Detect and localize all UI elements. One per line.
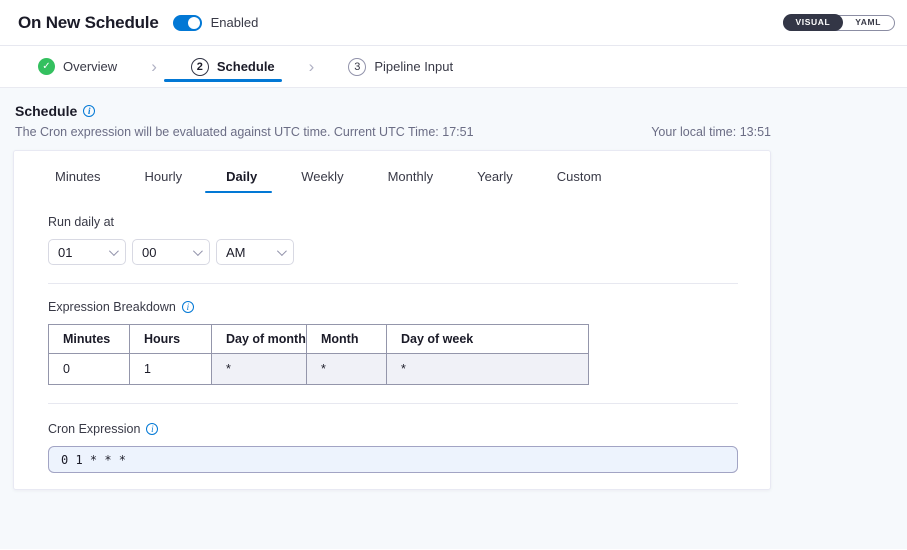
info-icon[interactable]: i	[182, 301, 194, 313]
ampm-select[interactable]: AM	[216, 239, 294, 265]
header-month: Month	[307, 325, 387, 354]
expression-breakdown-text: Expression Breakdown	[48, 300, 176, 314]
step-number-badge: 3	[348, 58, 366, 76]
chevron-down-icon	[109, 246, 119, 256]
step-overview[interactable]: ✓ Overview	[38, 46, 117, 87]
cron-expression-text: Cron Expression	[48, 422, 140, 436]
chevron-right-icon: ›	[309, 58, 315, 75]
schedule-card: Minutes Hourly Daily Weekly Monthly Year…	[13, 150, 771, 490]
tab-hourly[interactable]: Hourly	[145, 169, 183, 193]
check-icon: ✓	[38, 58, 55, 75]
view-mode-toggle: VISUAL YAML	[783, 15, 895, 31]
chevron-right-icon: ›	[151, 58, 157, 75]
tab-minutes[interactable]: Minutes	[55, 169, 101, 193]
hour-select-value: 01	[58, 245, 109, 260]
header-day-of-week: Day of week	[387, 325, 589, 354]
local-time-label: Your local time: 13:51	[651, 125, 771, 139]
wizard-stepper: ✓ Overview › 2 Schedule › 3 Pipeline Inp…	[0, 46, 907, 88]
tab-weekly[interactable]: Weekly	[301, 169, 343, 193]
schedule-type-tabs: Minutes Hourly Daily Weekly Monthly Year…	[48, 151, 750, 193]
step-pipeline-input[interactable]: 3 Pipeline Input	[348, 46, 453, 87]
page-header: On New Schedule Enabled VISUAL YAML	[0, 0, 907, 46]
header-day-of-month: Day of month	[212, 325, 307, 354]
enabled-toggle[interactable]	[173, 15, 202, 31]
enabled-label: Enabled	[211, 15, 259, 30]
hour-select[interactable]: 01	[48, 239, 126, 265]
content-area: Schedule i The Cron expression will be e…	[0, 88, 907, 549]
ampm-select-value: AM	[226, 245, 277, 260]
minute-select[interactable]: 00	[132, 239, 210, 265]
section-divider	[48, 283, 738, 284]
tab-custom[interactable]: Custom	[557, 169, 602, 193]
chevron-down-icon	[277, 246, 287, 256]
cell-month: *	[307, 354, 387, 385]
header-minutes: Minutes	[49, 325, 130, 354]
cell-day-of-week: *	[387, 354, 589, 385]
cron-expression-input[interactable]	[48, 446, 738, 473]
cell-hours: 1	[130, 354, 212, 385]
info-icon[interactable]: i	[146, 423, 158, 435]
cron-expression-label: Cron Expression i	[48, 422, 750, 436]
page-title: On New Schedule	[18, 13, 159, 33]
expression-breakdown-table: Minutes Hours Day of month Month Day of …	[48, 324, 589, 385]
expression-breakdown-label: Expression Breakdown i	[48, 300, 750, 314]
cell-day-of-month: *	[212, 354, 307, 385]
minute-select-value: 00	[142, 245, 193, 260]
run-daily-label: Run daily at	[48, 215, 750, 229]
step-overview-label: Overview	[63, 59, 117, 74]
yaml-mode-button[interactable]: YAML	[842, 15, 894, 31]
visual-mode-button[interactable]: VISUAL	[783, 14, 844, 31]
section-divider	[48, 403, 738, 404]
schedule-subheader-row: The Cron expression will be evaluated ag…	[13, 125, 771, 139]
table-value-row: 0 1 * * *	[49, 354, 589, 385]
schedule-heading-text: Schedule	[15, 103, 77, 119]
step-schedule[interactable]: 2 Schedule	[191, 46, 275, 87]
chevron-down-icon	[193, 246, 203, 256]
tab-monthly[interactable]: Monthly	[388, 169, 434, 193]
tab-daily[interactable]: Daily	[226, 169, 257, 193]
info-icon[interactable]: i	[83, 105, 95, 117]
utc-time-note: The Cron expression will be evaluated ag…	[15, 125, 474, 139]
time-select-row: 01 00 AM	[48, 239, 750, 265]
header-hours: Hours	[130, 325, 212, 354]
tab-yearly[interactable]: Yearly	[477, 169, 513, 193]
cell-minutes: 0	[49, 354, 130, 385]
step-schedule-label: Schedule	[217, 59, 275, 74]
table-header-row: Minutes Hours Day of month Month Day of …	[49, 325, 589, 354]
step-pipeline-input-label: Pipeline Input	[374, 59, 453, 74]
toggle-knob-icon	[188, 17, 200, 29]
step-number-badge: 2	[191, 58, 209, 76]
schedule-section-heading: Schedule i	[13, 103, 771, 119]
